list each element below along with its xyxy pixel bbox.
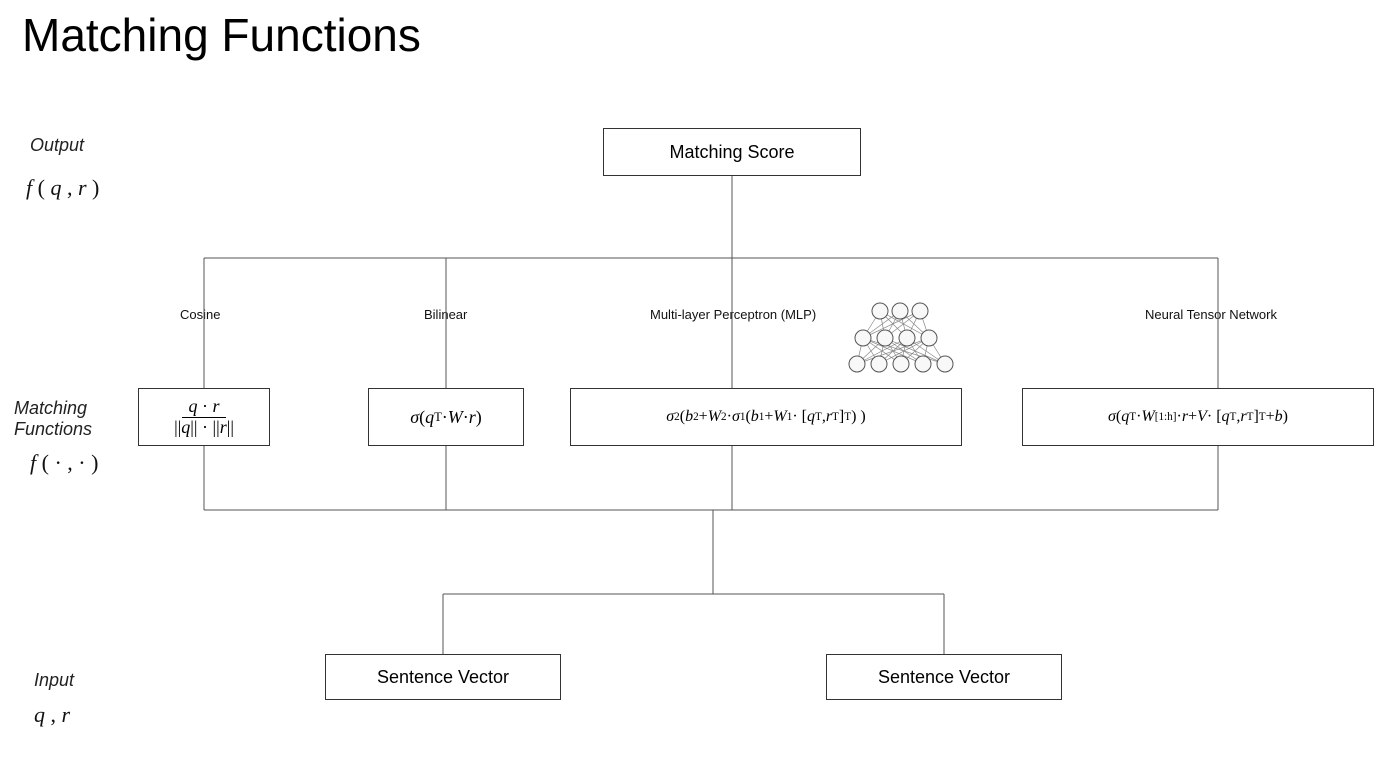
row-formula-output: f ( q , r ) [26,175,99,201]
formula-cosine: q · r||q|| · ||r|| [138,388,270,446]
input-box-r: Sentence Vector [826,654,1062,700]
connector-lines [0,0,1395,758]
branch-label-mlp: Multi-layer Perceptron (MLP) [650,307,816,322]
formula-mlp: σ2( b2 + W2 · σ1( b1 + W1 · [ qT , rT ]T… [570,388,962,446]
row-formula-input: q , r [34,702,70,728]
row-formula-functions: f ( · , · ) [30,450,98,476]
row-label-functions: Matching Functions [14,398,92,440]
page-title: Matching Functions [22,8,421,62]
branch-label-bilinear: Bilinear [424,307,467,322]
branch-label-cosine: Cosine [180,307,220,322]
formula-bilinear: σ( qT · W · r ) [368,388,524,446]
output-box: Matching Score [603,128,861,176]
mlp-network-icon [845,296,955,376]
formula-ntn: σ( qT · W[1:h]· r + V · [ qT , rT ]T + b… [1022,388,1374,446]
row-label-output: Output [30,135,84,156]
branch-label-ntn: Neural Tensor Network [1145,307,1277,322]
input-box-q: Sentence Vector [325,654,561,700]
row-label-input: Input [34,670,74,691]
